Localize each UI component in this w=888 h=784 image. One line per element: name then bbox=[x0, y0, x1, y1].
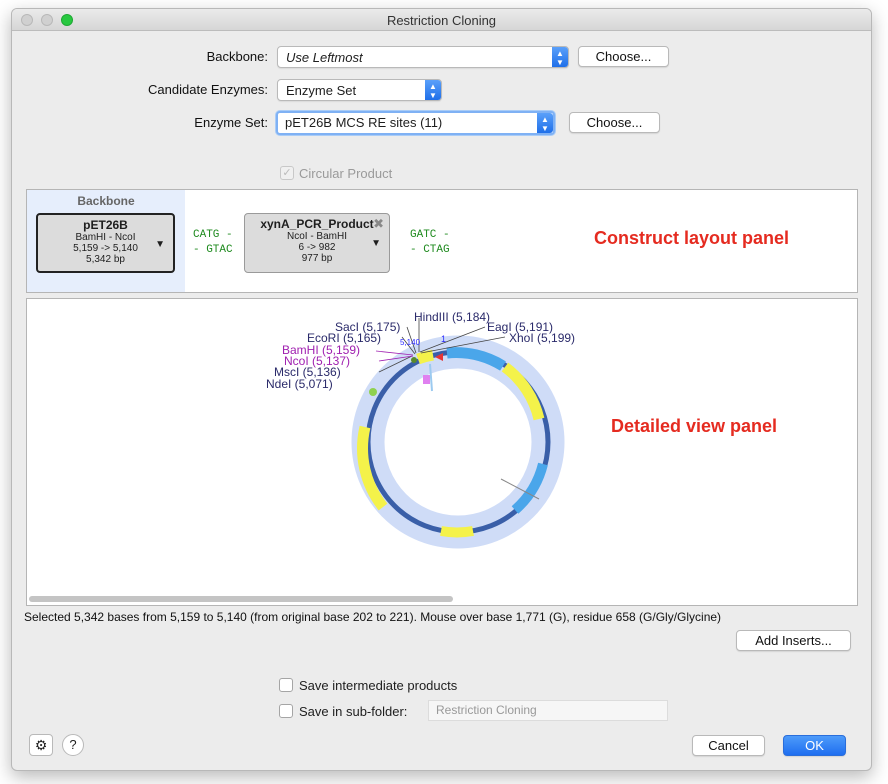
restriction-cloning-window: Restriction Cloning Backbone: Use Leftmo… bbox=[11, 8, 872, 771]
save-intermediate-label: Save intermediate products bbox=[299, 678, 458, 693]
select-arrows-icon: ▲ ▼ bbox=[537, 113, 553, 133]
feature-green bbox=[369, 388, 377, 396]
fragment-name: xynA_PCR_Product bbox=[260, 217, 374, 231]
save-intermediate-checkbox[interactable] bbox=[279, 678, 293, 692]
position-label-right: 1 bbox=[441, 334, 446, 344]
right-overhang-top: GATC - bbox=[410, 229, 450, 241]
left-overhang-top: CATG - bbox=[193, 229, 233, 241]
fragment-dropdown-icon[interactable]: ▼ bbox=[155, 239, 165, 250]
fragment-dropdown-icon[interactable]: ▼ bbox=[371, 238, 381, 249]
feature-yellow-bottom bbox=[440, 526, 474, 538]
gear-icon[interactable]: ⚙ bbox=[29, 734, 53, 756]
candidate-enzymes-value: Enzyme Set bbox=[286, 83, 357, 98]
construct-layout-panel: Backbone pET26B BamHI - NcoI 5,159 -> 5,… bbox=[26, 189, 858, 293]
circular-product-label: Circular Product bbox=[299, 166, 393, 181]
right-overhang-bottom: - CTAG bbox=[410, 244, 450, 256]
fragment-range: 6 -> 982 bbox=[298, 242, 336, 253]
ok-button[interactable]: OK bbox=[783, 735, 846, 756]
scrollbar-thumb[interactable] bbox=[29, 596, 453, 602]
insert-fragment[interactable]: xynA_PCR_Product NcoI - BamHI 6 -> 982 9… bbox=[244, 213, 390, 273]
status-text: Selected 5,342 bases from 5,159 to 5,140… bbox=[24, 610, 722, 624]
candidate-enzymes-select[interactable]: Enzyme Set ▲ ▼ bbox=[277, 79, 442, 101]
site-label-ndei[interactable]: NdeI (5,071) bbox=[266, 377, 333, 391]
circular-product-checkbox[interactable]: ✓ bbox=[280, 166, 294, 180]
backbone-header: Backbone bbox=[77, 194, 135, 208]
window-title: Restriction Cloning bbox=[386, 13, 497, 28]
help-icon[interactable]: ? bbox=[62, 734, 84, 756]
backbone-fragment[interactable]: pET26B BamHI - NcoI 5,159 -> 5,140 5,342… bbox=[36, 213, 175, 273]
cancel-button[interactable]: Cancel bbox=[692, 735, 765, 756]
subfolder-input[interactable]: Restriction Cloning bbox=[428, 700, 668, 721]
backbone-select-value: Use Leftmost bbox=[286, 50, 363, 65]
left-overhang-bottom: - GTAC bbox=[193, 244, 233, 256]
backbone-area: Backbone pET26B BamHI - NcoI 5,159 -> 5,… bbox=[27, 190, 185, 292]
site-label-xhoi[interactable]: XhoI (5,199) bbox=[509, 331, 575, 345]
enzyme-set-select[interactable]: pET26B MCS RE sites (11) ▲ ▼ bbox=[276, 111, 555, 135]
candidate-enzymes-label: Candidate Enzymes: bbox=[148, 82, 268, 97]
add-inserts-button[interactable]: Add Inserts... bbox=[736, 630, 851, 651]
feature-pink bbox=[423, 375, 430, 384]
backbone-select[interactable]: Use Leftmost ▲ ▼ bbox=[277, 46, 569, 68]
plasmid-map[interactable]: HindIII (5,184) EagI (5,191) XhoI (5,199… bbox=[27, 299, 857, 595]
remove-fragment-icon[interactable]: ✖ bbox=[373, 217, 384, 230]
site-label-hindiii[interactable]: HindIII (5,184) bbox=[414, 310, 490, 324]
backbone-choose-button[interactable]: Choose... bbox=[578, 46, 669, 67]
enzyme-set-choose-button[interactable]: Choose... bbox=[569, 112, 660, 133]
fragment-length: 5,342 bp bbox=[86, 254, 125, 265]
fragment-name: pET26B bbox=[83, 218, 128, 232]
left-overhang: CATG - - GTAC bbox=[193, 228, 233, 258]
select-arrows-icon: ▲ ▼ bbox=[425, 80, 441, 100]
fragment-enzymes: NcoI - BamHI bbox=[286, 231, 347, 242]
detail-annotation: Detailed view panel bbox=[611, 416, 778, 436]
feature-yellow-top bbox=[416, 349, 435, 365]
detailed-view-panel: HindIII (5,184) EagI (5,191) XhoI (5,199… bbox=[26, 298, 858, 606]
enzyme-set-value: pET26B MCS RE sites (11) bbox=[285, 115, 443, 130]
enzyme-set-label: Enzyme Set: bbox=[194, 115, 268, 130]
save-subfolder-checkbox[interactable] bbox=[279, 704, 293, 718]
save-subfolder-label: Save in sub-folder: bbox=[299, 704, 408, 719]
fragment-enzymes: BamHI - NcoI bbox=[75, 232, 136, 243]
construct-annotation: Construct layout panel bbox=[594, 228, 790, 248]
fragment-range: 5,159 -> 5,140 bbox=[73, 243, 138, 254]
fragment-length: 977 bp bbox=[301, 253, 333, 264]
backbone-label: Backbone: bbox=[206, 49, 268, 64]
title-bar: Restriction Cloning bbox=[12, 9, 871, 31]
horizontal-scrollbar[interactable] bbox=[29, 595, 855, 603]
right-overhang: GATC - - CTAG bbox=[410, 228, 450, 258]
select-arrows-icon: ▲ ▼ bbox=[552, 47, 568, 67]
feature-dark-green bbox=[411, 357, 417, 363]
position-label-left: 5,140 bbox=[400, 338, 421, 347]
